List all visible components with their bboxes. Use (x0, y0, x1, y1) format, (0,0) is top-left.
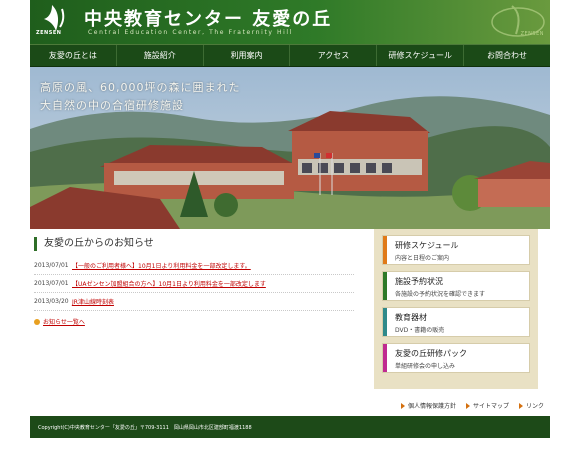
site-header: ZENSEN 中央教育センター 友愛の丘 Central Education C… (30, 0, 550, 44)
footer-links: 個人情報保護方針 サイトマップ リンク (400, 401, 544, 410)
logo-label: ZENSEN (36, 30, 62, 36)
page: ZENSEN 中央教育センター 友愛の丘 Central Education C… (30, 0, 550, 451)
hero-image: 高原の風、60,000坪の森に囲まれた 大自然の中の合宿研修施設 (30, 67, 550, 229)
card-accent-bar (383, 236, 387, 264)
card-accent-bar (383, 272, 387, 300)
materials-card[interactable]: 教育器材 DVD・書籍の販売 (382, 307, 530, 337)
news-item: 2013/07/01 【UAゼンセン加盟組合の方へ】10月1日より利用料金を一部… (34, 275, 354, 293)
nav-item-schedule[interactable]: 研修スケジュール (377, 45, 465, 66)
news-item: 2013/03/20 JR津山線時刻表 (34, 293, 354, 311)
arrow-right-icon (400, 402, 405, 409)
card-accent-bar (383, 344, 387, 372)
news-date: 2013/07/01 (34, 262, 69, 269)
card-accent-bar (383, 308, 387, 336)
site-title[interactable]: 中央教育センター 友愛の丘 (84, 5, 332, 31)
privacy-policy-link[interactable]: 個人情報保護方針 (400, 401, 456, 410)
reservation-card[interactable]: 施設予約状況 各施設の予約状況を確認できます (382, 271, 530, 301)
footer-link-label: 個人情報保護方針 (407, 403, 456, 410)
card-title: 研修スケジュール (395, 241, 459, 250)
nav-item-contact[interactable]: お問合わせ (464, 45, 550, 66)
content-area: 友愛の丘からのお知らせ 2013/07/01 【一般のご利用者様へ】10月1日よ… (30, 229, 550, 417)
footer-link-label: サイトマップ (472, 403, 509, 410)
site-footer: Copyright(C)中央教育センター「友愛の丘」〒709-3111 岡山県岡… (30, 416, 550, 438)
links-link[interactable]: リンク (518, 401, 544, 410)
nav-item-about[interactable]: 友愛の丘とは (30, 45, 117, 66)
copyright-text: Copyright(C)中央教育センター「友愛の丘」〒709-3111 岡山県岡… (38, 424, 252, 431)
decorative-logo-label: ZENSEN (520, 31, 544, 37)
card-title: 施設予約状況 (395, 277, 443, 286)
news-date: 2013/07/01 (34, 280, 69, 287)
main-nav: 友愛の丘とは 施設紹介 利用案内 アクセス 研修スケジュール お問合わせ (30, 44, 550, 67)
news-more-label: お知らせ一覧へ (43, 319, 85, 326)
news-section: 友愛の丘からのお知らせ 2013/07/01 【一般のご利用者様へ】10月1日よ… (34, 237, 354, 326)
nav-item-access[interactable]: アクセス (290, 45, 378, 66)
footer-link-label: リンク (525, 403, 544, 410)
sitemap-link[interactable]: サイトマップ (465, 401, 509, 410)
card-title: 教育器材 (395, 313, 427, 322)
hero-subheadline: 大自然の中の合宿研修施設 (40, 99, 184, 112)
card-subtitle: 内容と日程のご案内 (395, 255, 450, 262)
news-link[interactable]: JR津山線時刻表 (72, 297, 114, 306)
card-subtitle: DVD・書籍の販売 (395, 327, 445, 334)
news-item: 2013/07/01 【一般のご利用者様へ】10月1日より利用料金を一部改定しま… (34, 257, 354, 275)
card-subtitle: 単組研修会の申し込み (395, 363, 456, 370)
hero-headline: 高原の風、60,000坪の森に囲まれた (40, 81, 241, 94)
arrow-right-icon (465, 402, 470, 409)
arrow-right-icon (518, 402, 523, 409)
site-subtitle: Central Education Center, The Fraternity… (88, 29, 293, 36)
card-subtitle: 各施設の予約状況を確認できます (395, 291, 486, 298)
news-link[interactable]: 【一般のご利用者様へ】10月1日より利用料金を一部改定します。 (72, 261, 251, 270)
news-heading: 友愛の丘からのお知らせ (34, 237, 354, 251)
card-title: 友愛の丘研修パック (395, 349, 467, 358)
news-link[interactable]: 【UAゼンセン加盟組合の方へ】10月1日より利用料金を一部改定します (72, 279, 266, 288)
nav-item-usage[interactable]: 利用案内 (204, 45, 291, 66)
nav-item-facilities[interactable]: 施設紹介 (117, 45, 204, 66)
schedule-card[interactable]: 研修スケジュール 内容と日程のご案内 (382, 235, 530, 265)
training-pack-card[interactable]: 友愛の丘研修パック 単組研修会の申し込み (382, 343, 530, 373)
bullet-icon (34, 318, 40, 325)
side-menu: 研修スケジュール 内容と日程のご案内 施設予約状況 各施設の予約状況を確認できま… (374, 229, 538, 389)
news-more-link[interactable]: お知らせ一覧へ (34, 317, 354, 326)
news-date: 2013/03/20 (34, 298, 69, 305)
